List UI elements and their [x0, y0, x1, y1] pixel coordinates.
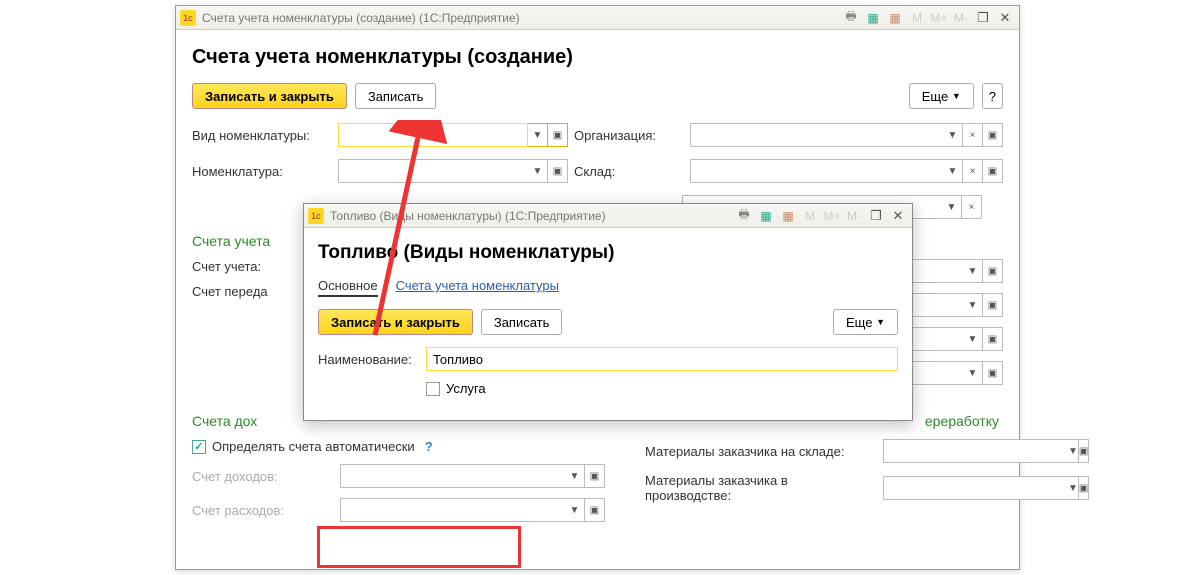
mplus-icon[interactable]: M+	[929, 9, 949, 27]
income-acct-input[interactable]: ▼▣	[340, 464, 605, 488]
more-label: Еще	[922, 89, 948, 104]
dropdown-icon[interactable]: ▼	[942, 195, 962, 219]
nom-field[interactable]	[338, 159, 528, 183]
dropdown-icon[interactable]: ▼	[1068, 476, 1079, 500]
customer-stock-label: Материалы заказчика на складе:	[645, 444, 875, 459]
m-icon[interactable]: M	[907, 9, 927, 27]
popup-toolbar: Записать и закрыть Записать Еще ▼	[318, 309, 898, 335]
dropdown-icon[interactable]: ▼	[943, 123, 963, 147]
popup-tabbar: Основное Счета учета номенклатуры	[318, 278, 898, 297]
logo-1c-icon: 1c	[180, 10, 196, 26]
dropdown-icon[interactable]: ▼	[963, 327, 983, 351]
popup-window: 1c Топливо (Виды номенклатуры) (1С:Предп…	[303, 203, 913, 421]
chevron-down-icon: ▼	[876, 317, 885, 327]
print-icon[interactable]: 🖶	[841, 9, 861, 27]
income-acct-label: Счет доходов:	[192, 469, 332, 484]
help-icon[interactable]: ?	[425, 439, 433, 454]
restore-icon[interactable]: ❐	[866, 207, 886, 225]
popup-titlebar: 1c Топливо (Виды номенклатуры) (1С:Предп…	[304, 204, 912, 228]
dropdown-icon[interactable]: ▼	[528, 159, 548, 183]
service-checkbox[interactable]	[426, 382, 440, 396]
dropdown-icon[interactable]: ▼	[528, 123, 548, 147]
warehouse-field[interactable]	[690, 159, 943, 183]
mplus-icon[interactable]: M+	[822, 207, 842, 225]
customer-stock-input[interactable]: ▼▣	[883, 439, 1003, 463]
calendar-icon[interactable]: ▦	[885, 9, 905, 27]
dropdown-icon[interactable]: ▼	[963, 361, 983, 385]
mminus-icon[interactable]: M-	[844, 207, 864, 225]
open-icon[interactable]: ▣	[983, 361, 1003, 385]
kind-label: Вид номенклатуры:	[192, 128, 332, 143]
print-icon[interactable]: 🖶	[734, 207, 754, 225]
nom-label: Номенклатура:	[192, 164, 332, 179]
popup-save-close-button[interactable]: Записать и закрыть	[318, 309, 473, 335]
mminus-icon[interactable]: M-	[951, 9, 971, 27]
open-icon[interactable]: ▣	[983, 123, 1003, 147]
main-window-title: Счета учета номенклатуры (создание) (1С:…	[202, 11, 841, 25]
kind-field[interactable]	[338, 123, 528, 147]
open-icon[interactable]: ▣	[983, 327, 1003, 351]
popup-page-title: Топливо (Виды номенклатуры)	[318, 242, 898, 264]
more-button[interactable]: Еще ▼	[909, 83, 974, 109]
auto-accounts-row[interactable]: ✓ Определять счета автоматически ?	[192, 439, 605, 454]
org-label: Организация:	[574, 128, 684, 143]
page-title: Счета учета номенклатуры (создание)	[192, 46, 1003, 69]
open-icon[interactable]: ▣	[585, 498, 605, 522]
tab-main[interactable]: Основное	[318, 278, 378, 297]
chevron-down-icon: ▼	[952, 91, 961, 101]
tab-accounts[interactable]: Счета учета номенклатуры	[396, 278, 559, 297]
open-icon[interactable]: ▣	[585, 464, 605, 488]
warehouse-label: Склад:	[574, 164, 684, 179]
popup-more-button[interactable]: Еще ▼	[833, 309, 898, 335]
open-icon[interactable]: ▣	[1079, 476, 1089, 500]
calendar-icon[interactable]: ▦	[778, 207, 798, 225]
m-icon[interactable]: M	[800, 207, 820, 225]
checkbox-checked-icon[interactable]: ✓	[192, 440, 206, 454]
dropdown-icon[interactable]: ▼	[565, 498, 585, 522]
kind-input[interactable]: ▼ ▣	[338, 123, 568, 147]
restore-icon[interactable]: ❐	[973, 9, 993, 27]
open-icon[interactable]: ▣	[983, 159, 1003, 183]
close-icon[interactable]: ✕	[995, 9, 1015, 27]
save-close-button[interactable]: Записать и закрыть	[192, 83, 347, 109]
dropdown-icon[interactable]: ▼	[1068, 439, 1079, 463]
clear-icon[interactable]: ×	[963, 123, 983, 147]
clear-icon[interactable]: ×	[963, 159, 983, 183]
dropdown-icon[interactable]: ▼	[943, 159, 963, 183]
popup-window-title: Топливо (Виды номенклатуры) (1С:Предприя…	[330, 209, 734, 223]
save-button[interactable]: Записать	[355, 83, 437, 109]
open-icon[interactable]: ▣	[983, 293, 1003, 317]
popup-more-label: Еще	[846, 315, 872, 330]
calc-icon[interactable]: ▦	[863, 9, 883, 27]
auto-accounts-label: Определять счета автоматически	[212, 439, 415, 454]
open-icon[interactable]: ▣	[983, 259, 1003, 283]
dropdown-icon[interactable]: ▼	[963, 259, 983, 283]
org-field[interactable]	[690, 123, 943, 147]
open-icon[interactable]: ▣	[548, 123, 568, 147]
close-icon[interactable]: ✕	[888, 207, 908, 225]
calc-icon[interactable]: ▦	[756, 207, 776, 225]
open-icon[interactable]: ▣	[1079, 439, 1089, 463]
clear-icon[interactable]: ×	[962, 195, 982, 219]
org-input[interactable]: ▼ × ▣	[690, 123, 1003, 147]
dropdown-icon[interactable]: ▼	[565, 464, 585, 488]
customer-prod-input[interactable]: ▼▣	[883, 476, 1003, 500]
name-label: Наименование:	[318, 352, 420, 367]
main-toolbar: Записать и закрыть Записать Еще ▼ ?	[192, 83, 1003, 109]
logo-1c-icon: 1c	[308, 208, 324, 224]
expense-acct-label: Счет расходов:	[192, 503, 332, 518]
expense-acct-input[interactable]: ▼▣	[340, 498, 605, 522]
popup-save-button[interactable]: Записать	[481, 309, 563, 335]
customer-prod-label: Материалы заказчика в производстве:	[645, 473, 875, 503]
service-label: Услуга	[446, 381, 486, 396]
help-button[interactable]: ?	[982, 83, 1003, 109]
nom-input[interactable]: ▼ ▣	[338, 159, 568, 183]
warehouse-input[interactable]: ▼ × ▣	[690, 159, 1003, 183]
name-field[interactable]	[426, 347, 898, 371]
main-titlebar: 1c Счета учета номенклатуры (создание) (…	[176, 6, 1019, 30]
dropdown-icon[interactable]: ▼	[963, 293, 983, 317]
open-icon[interactable]: ▣	[548, 159, 568, 183]
